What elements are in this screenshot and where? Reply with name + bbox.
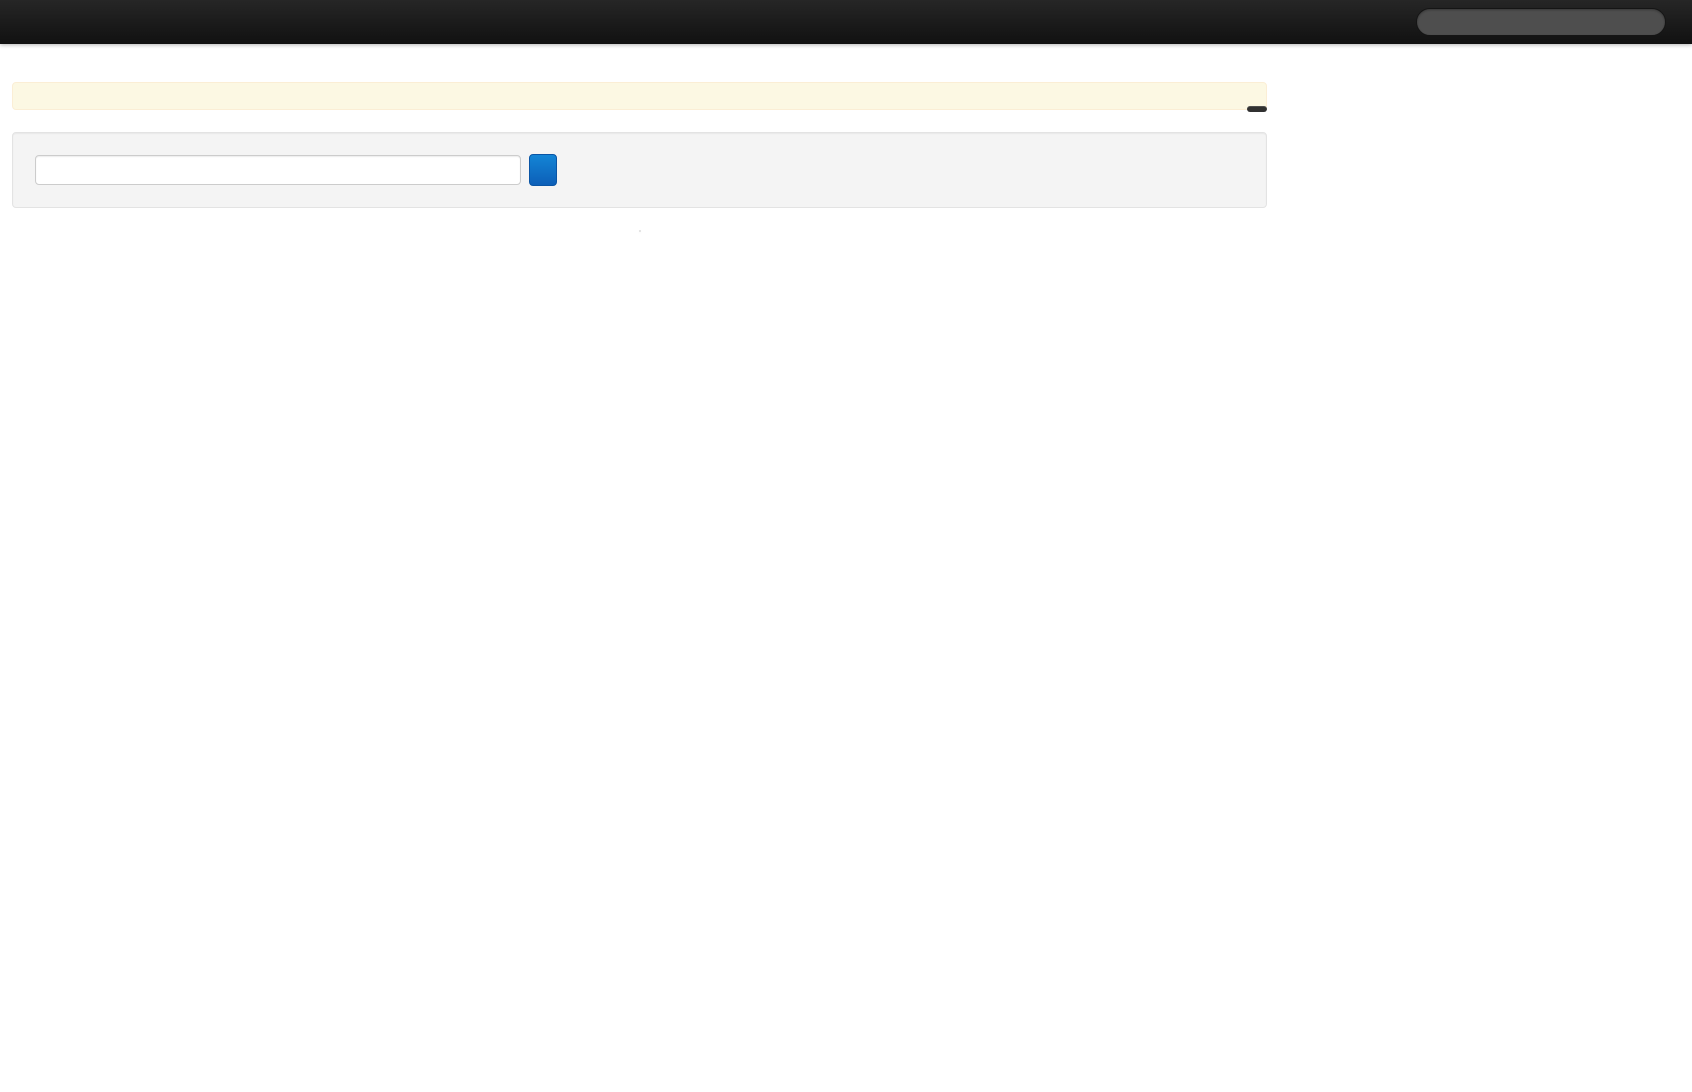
key-search-input[interactable] [1416,8,1666,36]
top-navbar [0,0,1692,44]
jump-to-row-button[interactable] [529,154,557,186]
jump-row-panel [12,132,1267,208]
navbar-search [1416,8,1666,36]
build-models-alert [12,82,1267,110]
pagination [638,230,641,232]
row-number-input[interactable] [35,155,521,185]
json-button[interactable] [1247,106,1267,112]
